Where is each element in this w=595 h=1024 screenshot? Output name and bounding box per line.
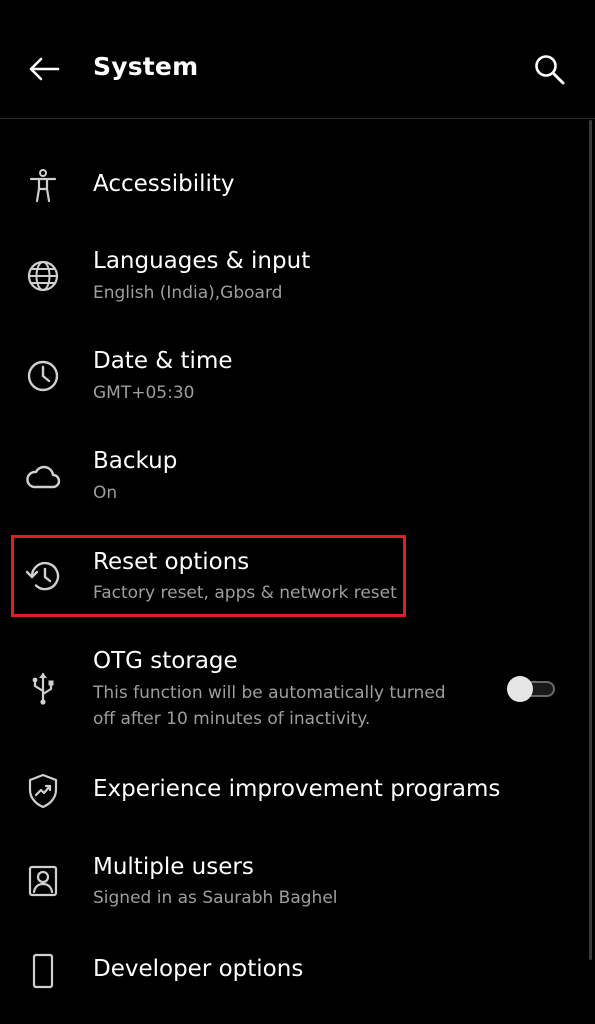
scrollbar[interactable] — [589, 120, 592, 960]
setting-label: Developer options — [93, 956, 304, 982]
globe-icon — [22, 255, 64, 297]
user-icon — [22, 860, 64, 902]
phone-icon — [22, 950, 64, 992]
setting-item-languages[interactable]: Languages & input English (India),Gboard — [0, 240, 585, 320]
setting-label: Accessibility — [93, 171, 235, 197]
setting-summary: English (India),Gboard — [93, 283, 283, 303]
highlight-box — [11, 535, 406, 617]
setting-label: OTG storage — [93, 648, 238, 674]
toolbar: System — [0, 0, 595, 118]
setting-item-otg-storage[interactable]: OTG storage This function will be automa… — [0, 640, 585, 740]
setting-item-date-time[interactable]: Date & time GMT+05:30 — [0, 340, 585, 420]
setting-item-experience-improvement[interactable]: Experience improvement programs — [0, 755, 585, 827]
setting-label: Multiple users — [93, 854, 254, 880]
setting-item-backup[interactable]: Backup On — [0, 440, 585, 520]
setting-summary-line-1: This function will be automatically turn… — [93, 683, 446, 703]
setting-label: Experience improvement programs — [93, 776, 501, 802]
setting-item-accessibility[interactable]: Accessibility — [0, 150, 585, 222]
setting-summary-line-2: off after 10 minutes of inactivity. — [93, 709, 371, 729]
cloud-icon — [22, 455, 64, 497]
setting-item-multiple-users[interactable]: Multiple users Signed in as Saurabh Bagh… — [0, 845, 585, 925]
settings-screen: System Accessibility Languages & input E… — [0, 0, 595, 1024]
usb-icon — [22, 667, 64, 709]
search-button[interactable] — [528, 48, 572, 92]
back-button[interactable] — [24, 50, 64, 88]
setting-summary: On — [93, 483, 118, 503]
arrow-back-icon — [28, 57, 60, 81]
toggle-thumb — [507, 676, 533, 702]
setting-summary: Signed in as Saurabh Baghel — [93, 888, 338, 908]
clock-icon — [22, 355, 64, 397]
setting-label: Languages & input — [93, 248, 311, 274]
search-icon — [533, 53, 567, 87]
toolbar-divider — [0, 118, 595, 119]
setting-summary: GMT+05:30 — [93, 383, 195, 403]
shield-chart-icon — [22, 770, 64, 812]
setting-item-developer-options[interactable]: Developer options — [0, 935, 585, 1007]
accessibility-icon — [22, 165, 64, 207]
page-title: System — [93, 52, 199, 81]
otg-storage-toggle[interactable] — [507, 676, 555, 702]
setting-label: Backup — [93, 448, 178, 474]
setting-label: Date & time — [93, 348, 233, 374]
